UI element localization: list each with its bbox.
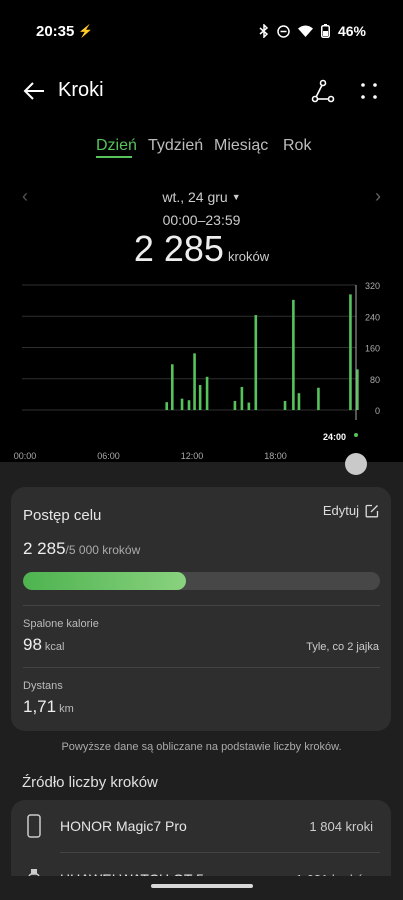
goal-progress-fill [23,572,187,590]
steps-count: 2 285 [133,228,224,269]
goal-current: 2 285 [23,539,66,558]
dots-grid-icon [361,83,377,99]
tab-month[interactable]: Miesiąc [214,137,268,155]
calories-value: 98 kcal [23,635,64,655]
bottom-edge [0,876,403,900]
calories-comparison: Tyle, co 2 jajka [306,641,379,653]
edit-icon [365,504,379,517]
caret-down-icon: ▼ [231,192,241,202]
x-tick-label: 12:00 [181,451,204,461]
do-not-disturb-icon [277,24,290,38]
date-label: wt., 24 gru [162,189,228,205]
data-footnote: Powyższe dane są obliczane na podstawie … [61,741,342,753]
share-nodes-icon [311,79,335,103]
goal-title: Postęp celu [23,507,102,524]
chart-bar [247,402,251,410]
home-indicator[interactable] [151,884,253,888]
chart-bar [171,364,174,410]
chart-bar [317,387,320,410]
chart-bar [187,400,191,410]
chart-bar [198,385,202,410]
phone-icon [27,814,41,838]
chart-bar [254,315,258,410]
distance-value: 1,71 km [23,697,74,717]
status-time: 20:35 [36,23,75,40]
chart-bar [180,398,184,410]
chart-drag-handle[interactable] [345,453,367,475]
calories-unit: kcal [44,641,65,653]
chart-bar [292,299,295,410]
x-tick-label: 06:00 [97,451,120,461]
x-tick-label: 00:00 [14,451,37,461]
date-selector[interactable]: wt., 24 gru ▼ [0,189,403,205]
status-bar: 20:35 ⚡ 46% [0,0,403,64]
distance-label: Dystans [23,680,63,692]
y-tick-label: 0 [375,406,380,416]
battery-percent: 46% [337,23,366,39]
y-tick-label: 80 [370,375,380,385]
x-tick-label: 24:00 [323,432,346,442]
y-tick-label: 320 [365,281,380,291]
link-status-icon: ⚡ [78,24,93,38]
page-title: Kroki [58,79,104,101]
tab-day[interactable]: Dzień [96,137,137,155]
chart-bar [233,401,237,410]
more-options-button[interactable] [356,78,382,104]
battery-icon [320,24,330,38]
share-button[interactable] [310,78,336,104]
x-tick-label: 18:00 [264,451,287,461]
chart-bar [205,376,209,410]
total-steps: 2 285 kroków [0,228,403,270]
edit-goal-button[interactable]: Edytuj [323,503,379,518]
goal-total: /5 000 kroków [65,543,141,557]
divider [23,667,380,668]
chart-bar [283,401,287,410]
calories-number: 98 [23,635,42,654]
chart-bar [349,294,352,410]
date-navigation: ‹ wt., 24 gru ▼ › [0,186,403,208]
arrow-left-icon [23,82,44,100]
distance-unit: km [59,703,74,715]
chart-bar [193,353,196,410]
distance-number: 1,71 [23,697,57,716]
y-tick-label: 240 [365,312,380,322]
tab-year[interactable]: Rok [283,137,311,155]
tab-active-indicator [96,156,132,158]
status-right-icons: 46% [259,23,366,39]
next-day-button[interactable]: › [375,186,381,207]
current-time-dot [354,433,358,437]
source-name: HONOR Magic7 Pro [60,818,187,834]
tab-week[interactable]: Tydzień [148,137,203,155]
sources-title: Źródło liczby kroków [22,774,158,791]
y-tick-label: 160 [365,344,380,354]
back-button[interactable] [22,78,48,104]
goal-progress-card: Postęp celu Edytuj 2 285/5 000 kroków Sp… [11,487,391,731]
steps-bar-chart[interactable]: 320 240 160 80 0 00:00 06:00 12:00 18:00 24:00 [0,270,403,470]
wifi-icon [297,25,313,37]
bluetooth-icon [259,24,269,38]
chart-bar [240,386,244,410]
goal-value: 2 285/5 000 kroków [23,539,140,559]
chart-bar [297,393,301,410]
steps-unit: kroków [227,249,270,264]
goal-progress-bar [23,572,380,590]
divider [23,605,380,606]
chart-bar [165,402,169,410]
source-row[interactable]: HONOR Magic7 Pro 1 804 kroki [11,800,391,853]
period-tabs: Dzień Tydzień Miesiąc Rok [0,133,403,169]
source-count: 1 804 kroki [309,819,373,834]
edit-label: Edytuj [322,503,359,518]
app-bar: Kroki [0,70,403,112]
time-range: 00:00–23:59 [162,212,241,228]
calories-label: Spalone kalorie [23,618,99,630]
